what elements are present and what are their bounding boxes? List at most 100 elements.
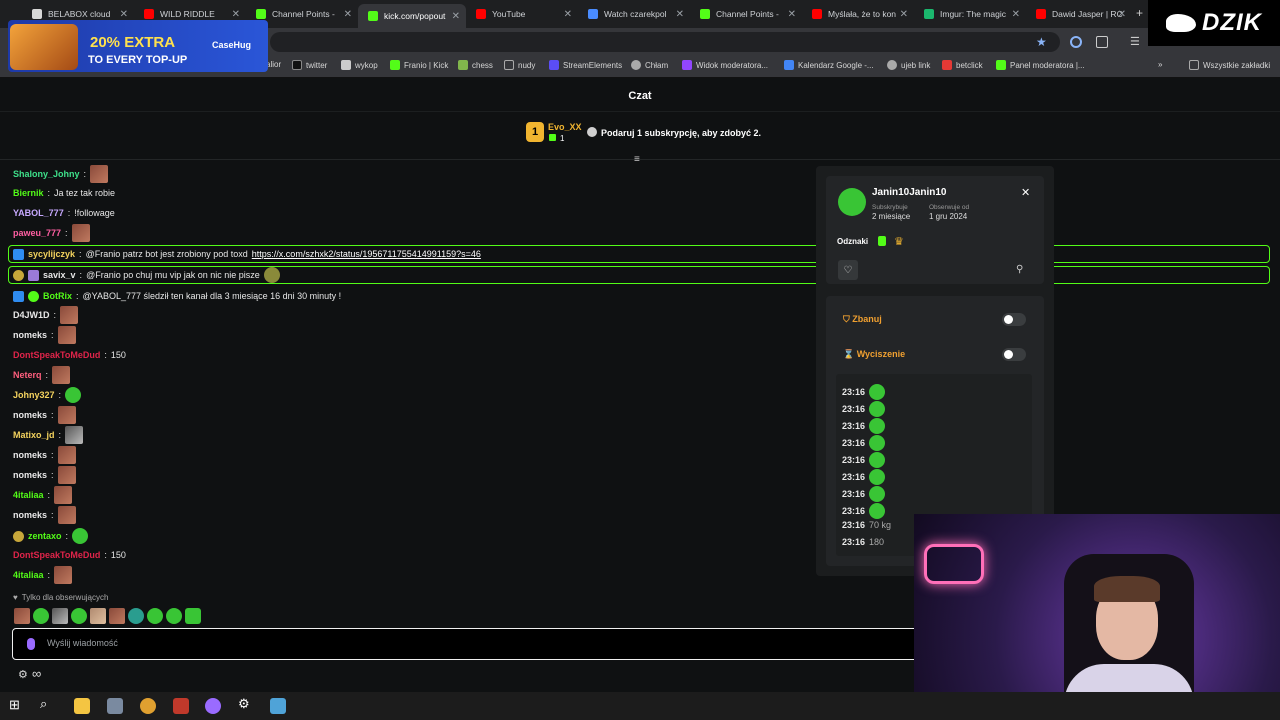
emote-icon[interactable] (33, 608, 49, 624)
chat-username[interactable]: savix_v (43, 270, 76, 280)
extension-icon[interactable] (1070, 36, 1082, 48)
chat-username[interactable]: Johny327 (13, 390, 55, 400)
bookmark-item[interactable]: ujeb link (887, 60, 930, 70)
emote-icon[interactable] (166, 608, 182, 624)
close-tab-icon[interactable]: ✕ (676, 9, 684, 20)
emote-icon[interactable] (128, 608, 144, 624)
browser-tab[interactable]: Channel Points - ✕ (690, 4, 802, 24)
app-icon[interactable] (173, 698, 189, 714)
bookmark-item[interactable]: chess (458, 60, 493, 70)
chat-username[interactable]: sycylijczyk (28, 249, 75, 259)
new-tab-button[interactable]: + (1136, 6, 1143, 20)
bookmark-item[interactable]: alior (266, 60, 281, 69)
windows-start-icon[interactable]: ⊞ (9, 697, 25, 713)
chat-username[interactable]: nomeks (13, 450, 47, 460)
chat-username[interactable]: 4italiaa (13, 570, 44, 580)
close-icon[interactable]: ✕ (1021, 186, 1030, 199)
close-tab-icon[interactable]: ✕ (1012, 9, 1020, 20)
bookmark-folder[interactable]: nudy (504, 60, 535, 70)
chat-username[interactable]: Shalony_Johny (13, 169, 80, 179)
close-tab-icon[interactable]: ✕ (344, 9, 352, 20)
scroll-down-icon[interactable]: ≡ (634, 154, 640, 165)
ban-toggle[interactable] (1002, 313, 1026, 326)
chat-username[interactable]: paweu_777 (13, 228, 61, 238)
bookmark-star-icon[interactable]: ★ (1036, 35, 1047, 49)
bookmark-item[interactable]: Panel moderatora |... (996, 60, 1085, 70)
emote-icon[interactable] (109, 608, 125, 624)
chat-username[interactable]: nomeks (13, 510, 47, 520)
bookmark-item[interactable]: StreamElements (549, 60, 622, 70)
bookmark-item[interactable]: Widok moderatora... (682, 60, 768, 70)
chat-username[interactable]: Biernik (13, 188, 44, 198)
all-bookmarks-folder[interactable]: Wszystkie zakładki (1189, 60, 1270, 70)
browser-tab[interactable]: Myślała, że to kon ✕ (802, 4, 914, 24)
chat-link[interactable]: https://x.com/szhxk2/status/195671175541… (252, 249, 481, 259)
microphone-icon[interactable] (27, 638, 35, 650)
close-tab-icon[interactable]: ✕ (564, 9, 572, 20)
gift-sub-prompt[interactable]: Podaruj 1 subskrypcję, aby zdobyć 2. (601, 128, 761, 138)
bookmark-item[interactable]: Franio | Kick (390, 60, 448, 70)
close-tab-icon[interactable]: ✕ (788, 9, 796, 20)
timeout-toggle[interactable] (1002, 348, 1026, 361)
chat-username[interactable]: nomeks (13, 470, 47, 480)
emote-icon[interactable] (147, 608, 163, 624)
chat-username[interactable]: Matixo_jd (13, 430, 55, 440)
bookmark-item[interactable]: wykop (341, 60, 378, 70)
app-icon[interactable] (107, 698, 123, 714)
bookmark-item[interactable]: Kalendarz Google -... (784, 60, 874, 70)
close-tab-icon[interactable]: ✕ (232, 9, 240, 20)
chat-username[interactable]: DontSpeakToMeDud (13, 350, 100, 360)
obs-icon[interactable] (205, 698, 221, 714)
settings-gear-icon[interactable]: ⚙ (238, 696, 254, 712)
browser-tab-active[interactable]: kick.com/popout ✕ (358, 4, 466, 28)
bookmarks-overflow-icon[interactable]: » (1158, 60, 1162, 69)
chat-username[interactable]: 4italiaa (13, 490, 44, 500)
close-tab-icon[interactable]: ✕ (1118, 9, 1126, 20)
pin-icon[interactable]: ⚲ (1016, 264, 1023, 275)
bookmark-item[interactable]: Chłam (631, 60, 668, 70)
chat-username[interactable]: nomeks (13, 330, 47, 340)
browser-tab[interactable]: YouTube ✕ (466, 4, 578, 24)
browser-tab[interactable]: Watch czarekpol ✕ (578, 4, 690, 24)
close-tab-icon[interactable]: ✕ (452, 11, 460, 22)
emote-icon[interactable] (90, 608, 106, 624)
follow-heart-button[interactable]: ♡ (838, 260, 858, 280)
stream-logo-text: DZIK (1202, 9, 1262, 36)
log-time: 23:16 (842, 520, 866, 530)
user-card-name[interactable]: Janin10Janin10 (872, 187, 946, 198)
infinity-icon[interactable]: ∞ (32, 666, 41, 681)
stream-logo: DZIK (1148, 0, 1280, 46)
leader-name[interactable]: Evo_XX (548, 122, 582, 132)
menu-icon[interactable]: ☰ (1130, 35, 1140, 48)
app-icon[interactable] (270, 698, 286, 714)
search-icon[interactable]: ⌕ (40, 696, 56, 712)
emote-icon[interactable] (185, 608, 201, 624)
crown-badge-icon: ♛ (894, 236, 904, 248)
chat-username[interactable]: D4JW1D (13, 310, 50, 320)
colon: : (47, 188, 51, 198)
emote-icon[interactable] (14, 608, 30, 624)
emote-icon[interactable] (71, 608, 87, 624)
chat-username[interactable]: BotRix (43, 291, 72, 301)
chat-username[interactable]: zentaxo (28, 531, 62, 541)
chat-settings-icon[interactable]: ⚙ (18, 668, 28, 681)
casehug-ad-banner[interactable]: 20% EXTRA TO EVERY TOP-UP CaseHug (8, 20, 268, 72)
close-tab-icon[interactable]: ✕ (120, 9, 128, 20)
chat-username[interactable]: nomeks (13, 410, 47, 420)
file-explorer-icon[interactable] (74, 698, 90, 714)
close-tab-icon[interactable]: ✕ (900, 9, 908, 20)
tab-label: Imgur: The magic (940, 9, 1006, 19)
chat-username[interactable]: DontSpeakToMeDud (13, 550, 100, 560)
chat-text: @YABOL_777 śledził ten kanał dla 3 miesi… (82, 291, 342, 301)
chrome-icon[interactable] (140, 698, 156, 714)
puzzle-icon[interactable] (1096, 36, 1108, 48)
address-bar[interactable] (270, 32, 1060, 52)
browser-tab[interactable]: Dawid Jasper | RC ✕ (1026, 4, 1132, 24)
gift-icon (549, 134, 556, 141)
bookmark-item[interactable]: betclick (942, 60, 983, 70)
chat-username[interactable]: Neterq (13, 370, 42, 380)
bookmark-item[interactable]: twitter (292, 60, 327, 70)
chat-username[interactable]: YABOL_777 (13, 208, 64, 218)
emote-icon[interactable] (52, 608, 68, 624)
browser-tab[interactable]: Imgur: The magic ✕ (914, 4, 1026, 24)
